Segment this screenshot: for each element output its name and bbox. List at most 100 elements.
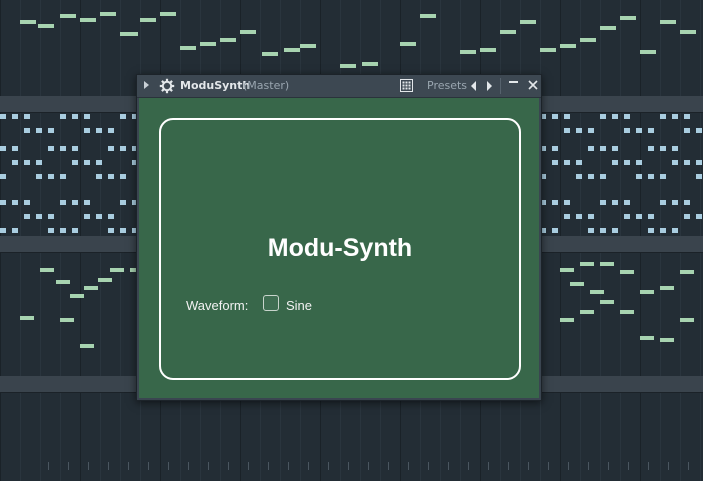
pattern-note bbox=[80, 344, 94, 348]
pattern-note bbox=[24, 214, 30, 219]
pattern-note bbox=[660, 338, 674, 342]
ruler-tick bbox=[168, 462, 169, 470]
pattern-note bbox=[60, 228, 66, 233]
pattern-note bbox=[12, 146, 18, 151]
ruler-tick bbox=[448, 462, 449, 470]
pattern-note bbox=[600, 26, 616, 30]
pattern-note bbox=[696, 174, 702, 179]
ruler-tick bbox=[328, 462, 329, 470]
pattern-note bbox=[48, 128, 54, 133]
ruler-tick bbox=[688, 462, 689, 470]
pattern-note bbox=[588, 228, 594, 233]
pattern-note bbox=[640, 336, 654, 340]
pattern-note bbox=[24, 160, 30, 165]
pattern-note bbox=[96, 128, 102, 133]
pattern-note bbox=[60, 200, 66, 205]
ruler-tick bbox=[108, 462, 109, 470]
pattern-note bbox=[552, 114, 558, 119]
pattern-note bbox=[84, 200, 90, 205]
titlebar-divider bbox=[500, 78, 501, 94]
pattern-note bbox=[12, 160, 18, 165]
pattern-note bbox=[570, 282, 584, 286]
ruler-tick bbox=[588, 462, 589, 470]
ruler-tick bbox=[568, 462, 569, 470]
ruler-tick bbox=[208, 462, 209, 470]
pattern-note bbox=[636, 160, 642, 165]
pattern-note bbox=[72, 160, 78, 165]
pattern-note bbox=[684, 160, 690, 165]
pattern-note bbox=[560, 44, 576, 48]
gear-icon[interactable] bbox=[159, 78, 175, 94]
pattern-note bbox=[696, 128, 702, 133]
plugin-window[interactable]: ModuSynth (Master) Presets Modu-Synth Wa… bbox=[136, 74, 542, 401]
pattern-note bbox=[100, 12, 116, 16]
pattern-note bbox=[612, 114, 618, 119]
ruler-tick bbox=[128, 462, 129, 470]
pattern-note bbox=[108, 174, 114, 179]
pattern-note bbox=[284, 48, 300, 52]
expand-arrow-icon[interactable] bbox=[144, 81, 149, 89]
previous-preset-icon[interactable] bbox=[471, 81, 476, 91]
pattern-note bbox=[580, 262, 594, 266]
pattern-note bbox=[12, 114, 18, 119]
pattern-note bbox=[648, 228, 654, 233]
ruler-tick bbox=[268, 462, 269, 470]
pattern-note bbox=[60, 114, 66, 119]
waveform-checkbox[interactable] bbox=[263, 295, 279, 311]
pattern-note bbox=[560, 318, 574, 322]
pattern-note bbox=[84, 128, 90, 133]
pattern-note bbox=[660, 174, 666, 179]
pattern-note bbox=[262, 52, 278, 56]
ruler-tick bbox=[228, 462, 229, 470]
pattern-note bbox=[110, 268, 124, 272]
pattern-note bbox=[580, 310, 594, 314]
pattern-note bbox=[588, 214, 594, 219]
pattern-note bbox=[48, 228, 54, 233]
pattern-note bbox=[40, 268, 54, 272]
pattern-note bbox=[460, 50, 476, 54]
pattern-note bbox=[36, 174, 42, 179]
pattern-note bbox=[620, 310, 634, 314]
pattern-note bbox=[672, 146, 678, 151]
synth-title: Modu-Synth bbox=[267, 234, 413, 262]
presets-button[interactable]: Presets bbox=[427, 79, 467, 92]
pattern-note bbox=[0, 228, 6, 233]
minimize-icon[interactable] bbox=[509, 81, 518, 83]
pattern-note bbox=[60, 14, 76, 18]
next-preset-icon[interactable] bbox=[487, 81, 492, 91]
pattern-note bbox=[680, 318, 694, 322]
pattern-note bbox=[576, 214, 582, 219]
ruler-tick bbox=[428, 462, 429, 470]
pattern-note bbox=[672, 160, 678, 165]
pattern-note bbox=[60, 174, 66, 179]
pattern-note bbox=[36, 160, 42, 165]
pattern-note bbox=[38, 24, 54, 28]
pattern-note bbox=[672, 200, 678, 205]
ruler-tick bbox=[468, 462, 469, 470]
ruler-tick bbox=[48, 462, 49, 470]
ruler-tick bbox=[548, 462, 549, 470]
pattern-note bbox=[540, 48, 556, 52]
pattern-note bbox=[560, 268, 574, 272]
pattern-note bbox=[140, 18, 156, 22]
pattern-note bbox=[696, 214, 702, 219]
plugin-titlebar[interactable]: ModuSynth (Master) Presets bbox=[137, 75, 541, 98]
pattern-note bbox=[108, 128, 114, 133]
waveform-value[interactable]: Sine bbox=[286, 298, 312, 313]
pattern-note bbox=[60, 146, 66, 151]
pattern-note bbox=[600, 262, 614, 266]
pattern-note bbox=[590, 290, 604, 294]
pattern-note bbox=[684, 128, 690, 133]
pattern-note bbox=[12, 228, 18, 233]
ruler-tick bbox=[408, 462, 409, 470]
pattern-note bbox=[60, 318, 74, 322]
close-icon[interactable] bbox=[526, 78, 540, 92]
pattern-note bbox=[564, 160, 570, 165]
ruler-tick bbox=[348, 462, 349, 470]
pattern-note bbox=[160, 12, 176, 16]
grid-icon[interactable] bbox=[400, 79, 413, 92]
pattern-note bbox=[648, 174, 654, 179]
pattern-note bbox=[696, 160, 702, 165]
pattern-note bbox=[576, 174, 582, 179]
pattern-note bbox=[680, 30, 696, 34]
